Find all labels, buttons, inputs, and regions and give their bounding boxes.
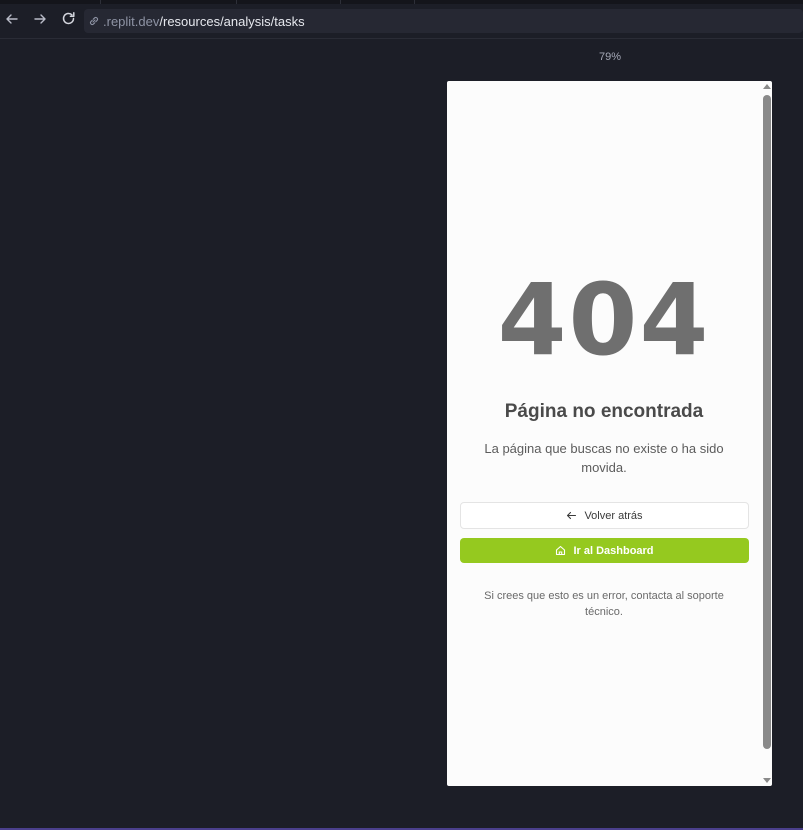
- address-bar: .replit.dev/resources/analysis/tasks: [0, 4, 803, 39]
- url-text: .replit.dev/resources/analysis/tasks: [103, 14, 305, 29]
- link-icon: [88, 14, 102, 28]
- forward-nav-button[interactable]: [31, 12, 49, 30]
- url-path: /resources/analysis/tasks: [159, 13, 305, 29]
- url-input[interactable]: .replit.dev/resources/analysis/tasks: [84, 9, 803, 33]
- back-nav-button[interactable]: [3, 12, 21, 30]
- go-back-button[interactable]: Volver atrás: [460, 502, 749, 529]
- zoom-level: 79%: [598, 51, 622, 63]
- scroll-up-arrow[interactable]: [763, 84, 771, 89]
- reload-icon: [61, 11, 76, 31]
- page-title: Página no encontrada: [504, 401, 704, 422]
- support-note: Si crees que esto es un error, contacta …: [484, 590, 724, 618]
- reload-button[interactable]: [59, 12, 77, 30]
- error-description: La página que buscas no existe o ha sido…: [484, 441, 724, 475]
- dashboard-label: Ir al Dashboard: [573, 544, 654, 557]
- scroll-down-arrow[interactable]: [763, 778, 771, 783]
- arrow-right-icon: [33, 12, 47, 31]
- scrollbar-thumb[interactable]: [763, 95, 771, 749]
- go-back-label: Volver atrás: [584, 509, 643, 522]
- arrow-left-icon: [566, 510, 578, 522]
- preview-frame: 404 Página no encontrada La página que b…: [447, 81, 772, 786]
- url-host: .replit.dev: [103, 13, 160, 29]
- dashboard-button[interactable]: Ir al Dashboard: [460, 538, 749, 563]
- error-code: 404: [497, 263, 711, 378]
- home-icon: [555, 545, 567, 557]
- arrow-left-icon: [5, 12, 19, 31]
